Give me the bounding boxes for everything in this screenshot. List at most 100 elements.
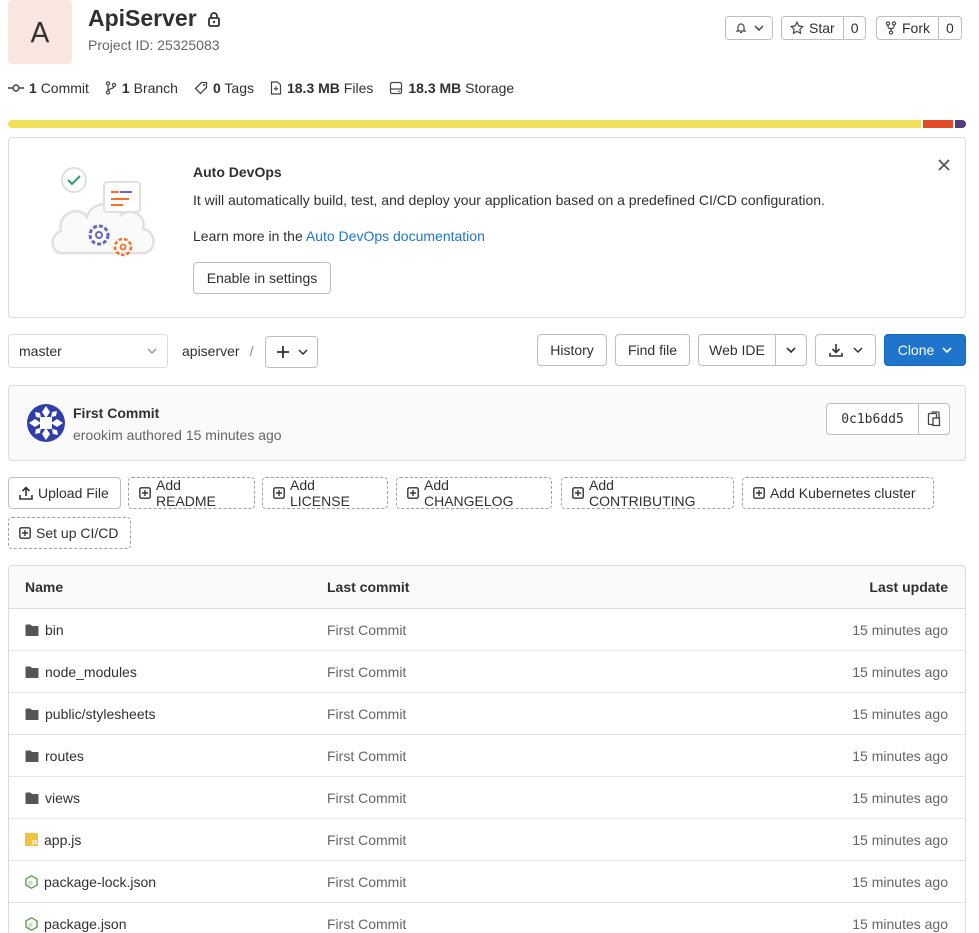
quick-action-upload-file[interactable]: Upload File <box>8 477 121 509</box>
table-row[interactable]: bin First Commit 15 minutes ago <box>9 609 965 651</box>
commit-title[interactable]: First Commit <box>73 405 159 421</box>
file-name-cell[interactable]: views <box>9 790 327 806</box>
quick-action-label: Add LICENSE <box>290 477 350 509</box>
file-name-cell[interactable]: public/stylesheets <box>9 706 327 722</box>
last-update-cell: 15 minutes ago <box>852 789 948 806</box>
language-segment[interactable] <box>954 120 966 128</box>
file-name-link[interactable]: package-lock.json <box>44 874 156 890</box>
web-ide-button[interactable]: Web IDE <box>698 334 776 366</box>
user-avatar[interactable] <box>26 403 66 443</box>
last-commit-cell[interactable]: First Commit <box>327 706 627 722</box>
tags-stat[interactable]: 0 Tags <box>194 80 254 96</box>
star-action[interactable]: Star <box>782 17 843 39</box>
last-commit-cell[interactable]: First Commit <box>327 748 627 764</box>
table-row[interactable]: views First Commit 15 minutes ago <box>9 777 965 819</box>
fork-action[interactable]: Fork <box>877 17 938 39</box>
quick-action-label: Set up CI/CD <box>36 525 119 541</box>
star-count[interactable]: 0 <box>842 17 866 39</box>
file-name-link[interactable]: public/stylesheets <box>45 706 156 722</box>
last-commit-cell[interactable]: First Commit <box>327 664 627 680</box>
devops-learn-more: Learn more in the Auto DevOps documentat… <box>193 228 485 244</box>
language-bar[interactable] <box>8 120 966 128</box>
quick-action-label: Add CHANGELOG <box>424 477 514 509</box>
notification-dropdown[interactable] <box>725 16 773 40</box>
file-name-link[interactable]: bin <box>45 622 64 638</box>
find-file-button[interactable]: Find file <box>615 334 690 366</box>
quick-action-add-kubernetes-cluster[interactable]: Add Kubernetes cluster <box>742 477 934 509</box>
file-name-cell[interactable]: node_modules <box>9 664 327 680</box>
devops-title: Auto DevOps <box>193 164 282 180</box>
fork-label: Fork <box>902 20 930 36</box>
file-name-link[interactable]: package.json <box>44 916 127 932</box>
branch-selector[interactable]: master <box>8 334 168 368</box>
download-dropdown[interactable] <box>815 334 876 366</box>
project-stats: 1 Commit 1 Branch 0 Tags 18.3 MB Files 1… <box>8 80 514 96</box>
table-row[interactable]: routes First Commit 15 minutes ago <box>9 735 965 777</box>
file-name-link[interactable]: node_modules <box>45 664 137 680</box>
breadcrumb-repo[interactable]: apiserver <box>182 343 240 359</box>
header-last-commit: Last commit <box>327 579 410 595</box>
quick-action-add-readme[interactable]: Add README <box>128 477 255 509</box>
download-icon <box>828 343 843 357</box>
commits-stat[interactable]: 1 Commit <box>8 80 89 96</box>
web-ide-dropdown[interactable] <box>775 334 807 366</box>
plus-square-icon <box>753 487 765 499</box>
branches-stat[interactable]: 1 Branch <box>105 80 178 96</box>
table-row[interactable]: node_modules First Commit 15 minutes ago <box>9 651 965 693</box>
table-header: Name Last commit Last update <box>9 566 965 609</box>
star-icon <box>790 21 804 35</box>
file-name-cell[interactable]: JS app.js <box>9 832 327 848</box>
last-commit-cell[interactable]: First Commit <box>327 622 627 638</box>
table-row[interactable]: js package-lock.json First Commit 15 minute… <box>9 861 965 903</box>
quick-action-add-changelog[interactable]: Add CHANGELOG <box>396 477 552 509</box>
clone-button[interactable]: Clone <box>884 334 966 366</box>
bell-icon <box>735 22 747 34</box>
last-commit-cell[interactable]: First Commit <box>327 916 627 932</box>
file-name-link[interactable]: routes <box>45 748 84 764</box>
storage-stat[interactable]: 18.3 MB Storage <box>389 80 514 96</box>
file-name-cell[interactable]: js package-lock.json <box>9 874 327 890</box>
files-stat[interactable]: 18.3 MB Files <box>270 80 373 96</box>
last-commit-cell[interactable]: First Commit <box>327 790 627 806</box>
table-row[interactable]: js package.json First Commit 15 minutes ago <box>9 903 965 933</box>
close-icon[interactable] <box>937 158 951 172</box>
quick-action-set-up-ci-cd[interactable]: Set up CI/CD <box>8 517 131 549</box>
file-name-link[interactable]: app.js <box>44 832 81 848</box>
commit-sha[interactable]: 0c1b6dd5 <box>827 404 919 434</box>
quick-action-add-license[interactable]: Add LICENSE <box>262 477 388 509</box>
files-size: 18.3 MB <box>286 80 340 96</box>
last-update-cell: 15 minutes ago <box>852 621 948 638</box>
language-segment[interactable] <box>8 120 921 128</box>
star-button[interactable]: Star 0 <box>781 16 867 40</box>
svg-text:js: js <box>27 922 33 928</box>
last-commit-cell[interactable]: First Commit <box>327 874 627 890</box>
quick-action-add-contributing[interactable]: Add CONTRIBUTING <box>561 477 734 509</box>
file-name-link[interactable]: views <box>45 790 80 806</box>
star-label: Star <box>809 20 835 36</box>
table-row[interactable]: public/stylesheets First Commit 15 minutes… <box>9 693 965 735</box>
header-last-update: Last update <box>869 579 948 595</box>
file-name-cell[interactable]: bin <box>9 622 327 638</box>
file-name-cell[interactable]: js package.json <box>9 916 327 932</box>
language-segment[interactable] <box>923 120 953 128</box>
enable-in-settings-button[interactable]: Enable in settings <box>193 262 331 294</box>
clone-label: Clone <box>897 342 935 358</box>
devops-docs-link[interactable]: Auto DevOps documentation <box>306 228 485 244</box>
folder-icon <box>25 750 39 762</box>
chevron-down-icon <box>852 347 863 353</box>
storage-size: 18.3 MB <box>408 80 462 96</box>
fork-count[interactable]: 0 <box>938 17 961 39</box>
history-button[interactable]: History <box>537 334 607 366</box>
last-update-cell: 15 minutes ago <box>852 831 948 848</box>
plus-square-icon <box>19 527 31 539</box>
commits-label: Commit <box>40 80 89 96</box>
commit-sha-group: 0c1b6dd5 <box>826 403 950 435</box>
last-commit-cell[interactable]: First Commit <box>327 832 627 848</box>
add-to-tree-dropdown[interactable] <box>265 336 318 368</box>
copy-icon[interactable] <box>919 404 949 434</box>
javascript-file-icon: JS <box>25 833 38 846</box>
fork-button[interactable]: Fork 0 <box>876 16 962 40</box>
file-name-cell[interactable]: routes <box>9 748 327 764</box>
last-update-cell: 15 minutes ago <box>852 747 948 764</box>
table-row[interactable]: JS app.js First Commit 15 minutes ago <box>9 819 965 861</box>
